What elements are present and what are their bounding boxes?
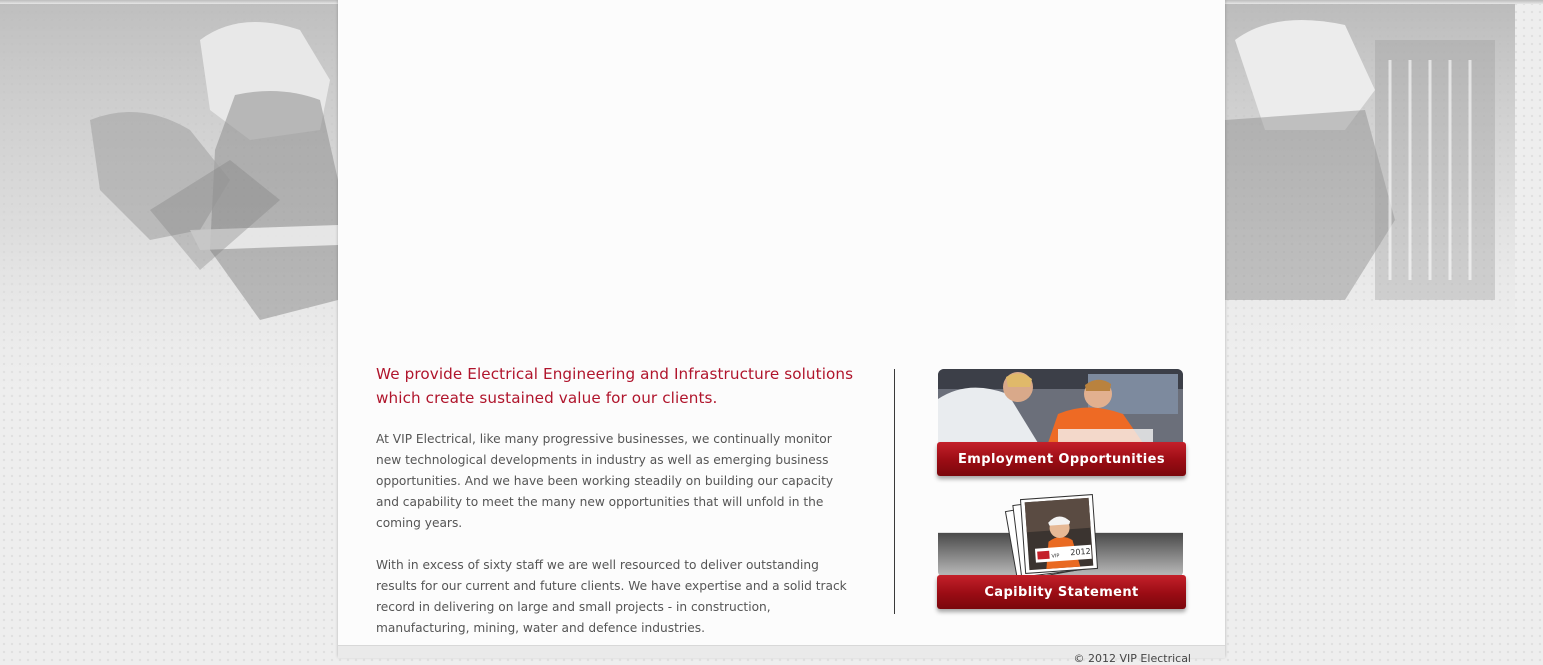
intro-headline: We provide Electrical Engineering and In… — [376, 365, 854, 407]
hero-banner-area — [338, 0, 1225, 340]
copyright-text: © 2012 VIP Electrical — [1073, 652, 1191, 665]
capability-statement-button[interactable]: Capiblity Statement — [937, 575, 1186, 609]
brochure-stack-photo: VIP 2012 — [938, 493, 1183, 577]
capability-statement-promo[interactable]: VIP 2012 Capiblity Statement — [937, 493, 1186, 610]
background-photo-right — [1225, 0, 1543, 657]
workers-photo — [938, 369, 1183, 443]
background-photo-left — [0, 0, 338, 657]
footer: © 2012 VIP Electrical — [338, 645, 1225, 665]
intro-section: We provide Electrical Engineering and In… — [376, 362, 856, 639]
employment-opportunities-button[interactable]: Employment Opportunities — [937, 442, 1186, 476]
brochure-year-text: 2012 — [1070, 547, 1091, 557]
brochure-brand-text: VIP — [1051, 553, 1059, 560]
employment-opportunities-promo[interactable]: Employment Opportunities — [937, 369, 1186, 477]
intro-paragraph-1: At VIP Electrical, like many progressive… — [376, 432, 834, 530]
vertical-divider — [894, 369, 895, 614]
content-panel: We provide Electrical Engineering and In… — [338, 0, 1225, 665]
intro-paragraph-2: With in excess of sixty staff we are wel… — [376, 558, 847, 635]
